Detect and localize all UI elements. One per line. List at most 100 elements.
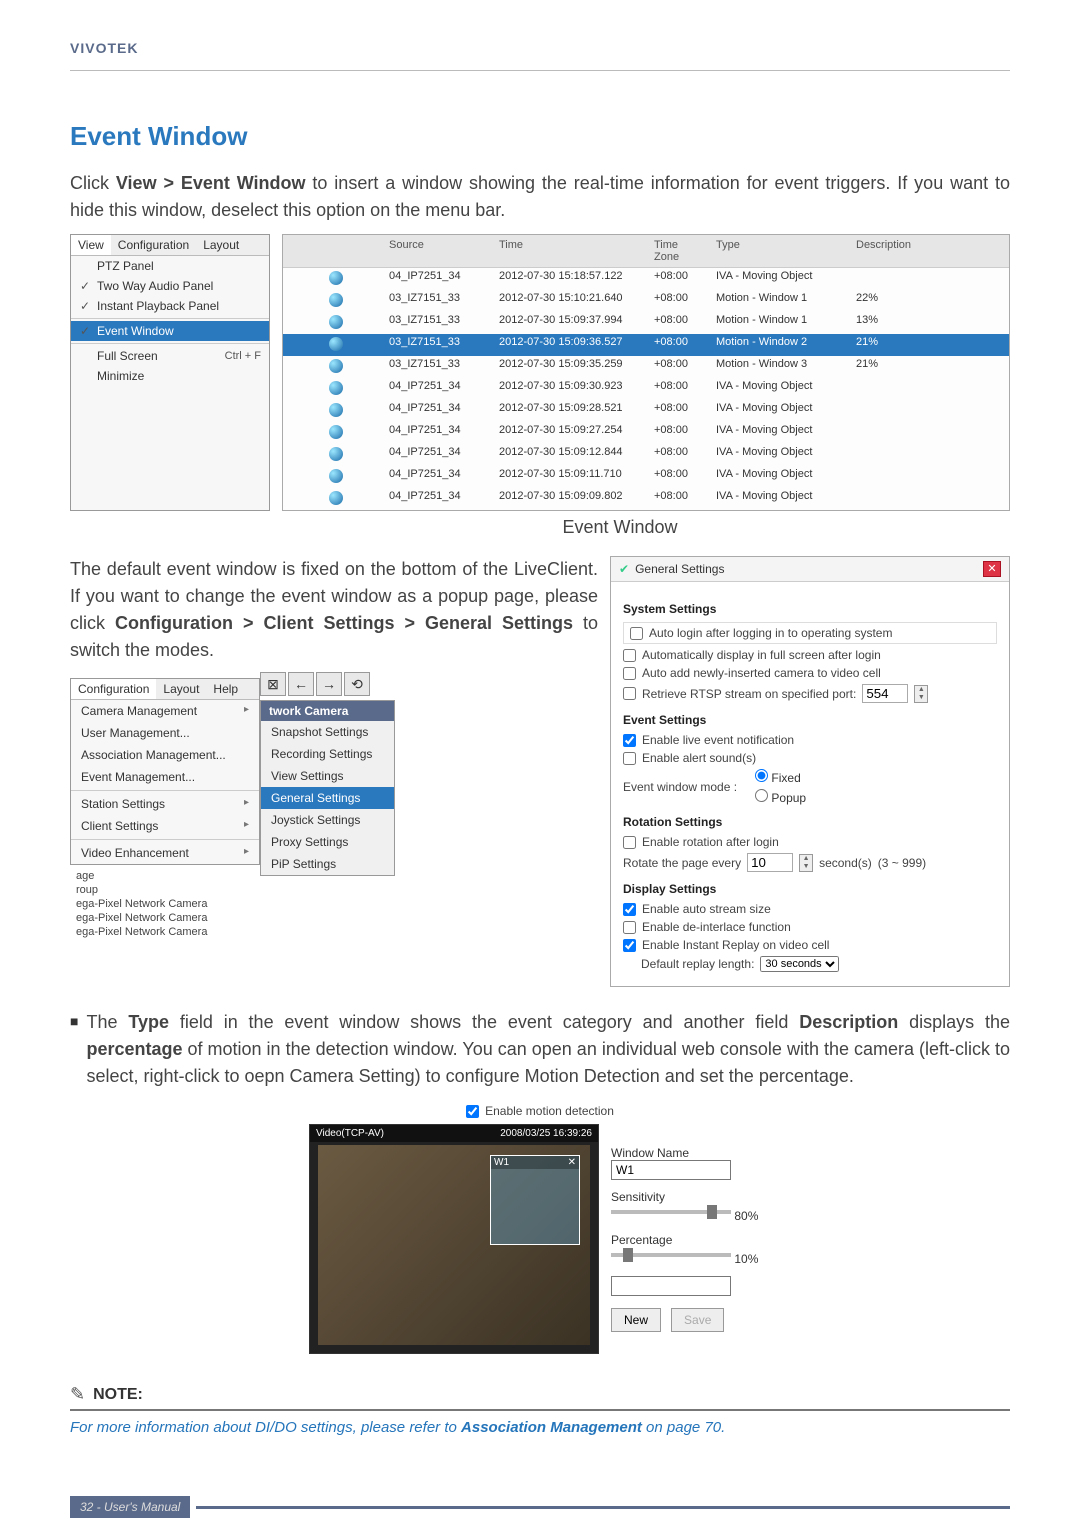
view-menu-item[interactable]: Minimize	[71, 366, 269, 386]
event-row[interactable]: 04_IP7251_342012-07-30 15:09:11.710+08:0…	[283, 466, 1009, 488]
submenu-item[interactable]: Snapshot Settings	[261, 721, 394, 743]
video-preview[interactable]: Video(TCP-AV) 2008/03/25 16:39:26 W1 ✕	[309, 1124, 599, 1354]
playback-icon[interactable]	[329, 403, 343, 417]
playback-icon[interactable]	[329, 359, 343, 373]
lbl-rotation: Enable rotation after login	[642, 835, 779, 849]
playback-icon[interactable]	[329, 447, 343, 461]
cfg-menu-item[interactable]: Video Enhancement▸	[71, 842, 259, 864]
chk-instant-replay[interactable]	[623, 939, 636, 952]
event-row[interactable]: 04_IP7251_342012-07-30 15:09:28.521+08:0…	[283, 400, 1009, 422]
playback-icon[interactable]	[329, 293, 343, 307]
chk-auto-login[interactable]	[630, 627, 643, 640]
lbl-sensitivity: Sensitivity	[611, 1190, 771, 1204]
input-rtsp-port[interactable]	[862, 684, 908, 703]
toolbar-icons: ⊠ ← → ⟲	[260, 672, 395, 696]
chk-autoadd-cam[interactable]	[623, 667, 636, 680]
submenu-item[interactable]: Proxy Settings	[261, 831, 394, 853]
playback-icon[interactable]	[329, 271, 343, 285]
radio-fixed-wrap[interactable]: Fixed	[755, 769, 806, 785]
event-row[interactable]: 04_IP7251_342012-07-30 15:09:12.844+08:0…	[283, 444, 1009, 466]
lbl-window-name: Window Name	[611, 1146, 771, 1160]
input-extra[interactable]	[611, 1276, 731, 1296]
event-row[interactable]: 04_IP7251_342012-07-30 15:18:57.122+08:0…	[283, 268, 1009, 290]
submenu-item[interactable]: View Settings	[261, 765, 394, 787]
btn-save[interactable]: Save	[671, 1308, 724, 1332]
col-type: Type	[710, 235, 850, 267]
lbl-event-mode: Event window mode :	[623, 780, 737, 794]
cfg-menu-item[interactable]: User Management...	[71, 722, 259, 744]
lbl-rotate-every: Rotate the page every	[623, 856, 741, 870]
close-icon[interactable]: ✕	[983, 561, 1001, 577]
chk-deinterlace[interactable]	[623, 921, 636, 934]
forward-icon[interactable]: →	[316, 672, 342, 696]
w1-label: W1	[494, 1157, 509, 1168]
view-menu-item[interactable]: Full ScreenCtrl + F	[71, 346, 269, 366]
rotate-spinner[interactable]: ▲▼	[799, 854, 813, 872]
btn-new[interactable]: New	[611, 1308, 661, 1332]
cfg-menu-item[interactable]: Client Settings▸	[71, 815, 259, 837]
view-menu-item[interactable]: PTZ Panel	[71, 256, 269, 276]
view-menu-item[interactable]: ✓Instant Playback Panel	[71, 296, 269, 316]
motion-window-w1[interactable]: W1 ✕	[490, 1155, 580, 1245]
event-row[interactable]: 03_IZ7151_332012-07-30 15:10:21.640+08:0…	[283, 290, 1009, 312]
menu-tab-configuration[interactable]: Configuration	[111, 235, 196, 255]
slider-sensitivity[interactable]	[611, 1210, 731, 1214]
event-window-label: Event Window	[562, 517, 677, 537]
back-icon[interactable]: ←	[288, 672, 314, 696]
playback-icon[interactable]	[329, 381, 343, 395]
menu-tab-view[interactable]: View	[71, 235, 111, 255]
view-menubar: View Configuration Layout	[71, 235, 269, 256]
chk-rotation[interactable]	[623, 836, 636, 849]
cfg-menu-item[interactable]: Event Management...	[71, 766, 259, 788]
note-body: For more information about DI/DO setting…	[70, 1419, 1010, 1436]
col-source: Source	[383, 235, 493, 267]
submenu-item[interactable]: General Settings	[261, 787, 394, 809]
playback-icon[interactable]	[329, 469, 343, 483]
view-menu: View Configuration Layout PTZ Panel✓Two …	[70, 234, 270, 511]
chk-alert-sound[interactable]	[623, 752, 636, 765]
event-row[interactable]: 03_IZ7151_332012-07-30 15:09:37.994+08:0…	[283, 312, 1009, 334]
toolbar-icon-4[interactable]: ⟲	[344, 672, 370, 696]
chk-auto-stream[interactable]	[623, 903, 636, 916]
playback-icon[interactable]	[329, 425, 343, 439]
slider-percentage[interactable]	[611, 1253, 731, 1257]
toolbar-icon-1[interactable]: ⊠	[260, 672, 286, 696]
chk-fullscreen[interactable]	[623, 649, 636, 662]
cfg-menu-item[interactable]: Station Settings▸	[71, 793, 259, 815]
chk-rtsp-port[interactable]	[623, 687, 636, 700]
playback-icon[interactable]	[329, 337, 343, 351]
select-replay-length[interactable]: 30 seconds	[760, 956, 839, 972]
port-spinner[interactable]: ▲▼	[914, 685, 928, 703]
playback-icon[interactable]	[329, 491, 343, 505]
menu-tab-layout[interactable]: Layout	[196, 235, 246, 255]
chk-enable-live-notif[interactable]	[623, 734, 636, 747]
lbl-enable-motion-detection: Enable motion detection	[485, 1104, 614, 1118]
cfg-tab-configuration[interactable]: Configuration	[71, 679, 156, 699]
input-rotate-sec[interactable]	[747, 853, 793, 872]
event-row[interactable]: 04_IP7251_342012-07-30 15:09:27.254+08:0…	[283, 422, 1009, 444]
footer-bar	[196, 1506, 1010, 1509]
view-menu-item[interactable]: ✓Event Window	[71, 321, 269, 341]
brand-text: VIVOTEK	[70, 40, 1010, 56]
event-row[interactable]: 04_IP7251_342012-07-30 15:09:30.923+08:0…	[283, 378, 1009, 400]
cfg-tab-layout[interactable]: Layout	[156, 679, 206, 699]
event-row[interactable]: 03_IZ7151_332012-07-30 15:09:35.259+08:0…	[283, 356, 1009, 378]
radio-popup-wrap[interactable]: Popup	[755, 789, 806, 805]
input-window-name[interactable]	[611, 1160, 731, 1180]
lbl-rtsp-port: Retrieve RTSP stream on specified port:	[642, 687, 856, 701]
view-menu-item[interactable]: ✓Two Way Audio Panel	[71, 276, 269, 296]
radio-popup[interactable]	[755, 789, 768, 802]
submenu-item[interactable]: PiP Settings	[261, 853, 394, 875]
chk-enable-motion-detection[interactable]	[466, 1105, 479, 1118]
radio-fixed[interactable]	[755, 769, 768, 782]
event-row[interactable]: 04_IP7251_342012-07-30 15:09:09.802+08:0…	[283, 488, 1009, 510]
event-row[interactable]: 03_IZ7151_332012-07-30 15:09:36.527+08:0…	[283, 334, 1009, 356]
cfg-menu-item[interactable]: Camera Management▸	[71, 700, 259, 722]
submenu-item[interactable]: Recording Settings	[261, 743, 394, 765]
cfg-menu-item[interactable]: Association Management...	[71, 744, 259, 766]
page-footer: 32 - User's Manual	[70, 1496, 1010, 1518]
cfg-tab-help[interactable]: Help	[206, 679, 245, 699]
w1-close-icon[interactable]: ✕	[568, 1157, 576, 1168]
submenu-item[interactable]: Joystick Settings	[261, 809, 394, 831]
playback-icon[interactable]	[329, 315, 343, 329]
